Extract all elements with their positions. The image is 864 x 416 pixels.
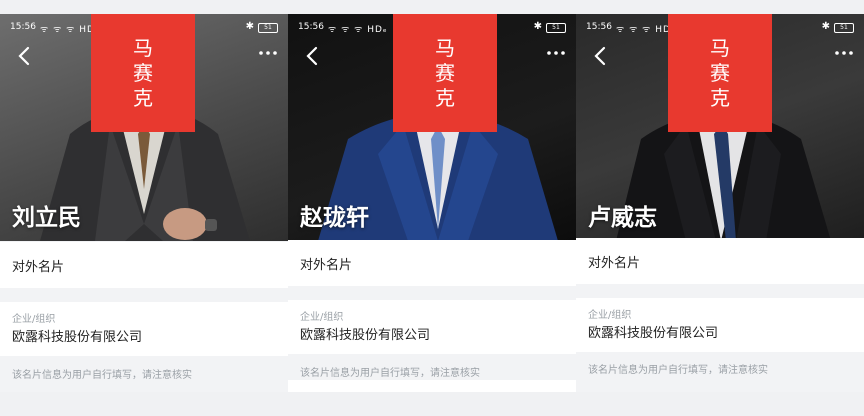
external-card-label: 对外名片 xyxy=(12,260,65,275)
org-value: 欧露科技股份有限公司 xyxy=(12,330,143,345)
mosaic-redaction: 马 赛 克 xyxy=(393,14,497,132)
mosaic-redaction: 马 赛 克 xyxy=(91,14,195,132)
redaction-char: 赛 xyxy=(710,61,730,85)
signal-icon: ᯤ ᯤ ᯤ HD xyxy=(40,25,95,35)
profile-photo: 15:56 ᯤ ᯤ ᯤ HD ✱ 51 马 赛 克 卢威志 xyxy=(576,14,864,241)
redaction-char: 克 xyxy=(133,86,153,110)
redaction-char: 马 xyxy=(133,36,153,60)
person-name: 卢威志 xyxy=(588,205,657,231)
status-time: 15:56 xyxy=(298,22,324,32)
bottom-divider xyxy=(288,380,576,392)
org-label: 企业/组织 xyxy=(588,310,632,321)
disclaimer-text: 该名片信息为用户自行填写，请注意核实 xyxy=(300,368,480,379)
more-icon[interactable] xyxy=(834,48,854,58)
disclaimer-text: 该名片信息为用户自行填写，请注意核实 xyxy=(588,365,768,376)
battery-icon: 51 xyxy=(834,23,854,33)
org-value: 欧露科技股份有限公司 xyxy=(588,326,719,341)
redaction-char: 克 xyxy=(435,86,455,110)
organization-card: 企业/组织 欧露科技股份有限公司 xyxy=(576,298,864,352)
more-icon[interactable] xyxy=(258,48,278,58)
business-card-screen-2: 15:56 ᯤ ᯤ ᯤ HDₑ ✱ 51 马 赛 克 赵珑轩 对外名片 企业/组… xyxy=(288,14,576,392)
battery-icon: 51 xyxy=(258,23,278,33)
person-name: 刘立民 xyxy=(12,205,81,231)
status-time: 15:56 xyxy=(10,22,36,32)
signal-icon: ᯤ ᯤ ᯤ HDₑ xyxy=(328,25,388,35)
redaction-char: 马 xyxy=(435,36,455,60)
external-card-row[interactable]: 对外名片 xyxy=(0,242,288,288)
org-label: 企业/组织 xyxy=(12,314,56,325)
profile-photo: 15:56 ᯤ ᯤ ᯤ HDₑ ✱ 51 马 赛 克 赵珑轩 xyxy=(288,14,576,241)
business-card-screen-3: 15:56 ᯤ ᯤ ᯤ HD ✱ 51 马 赛 克 卢威志 对外名片 企业/组织… xyxy=(576,14,864,392)
redaction-char: 克 xyxy=(710,86,730,110)
person-name: 赵珑轩 xyxy=(300,205,369,231)
bluetooth-icon: ✱ xyxy=(821,21,830,32)
external-card-label: 对外名片 xyxy=(300,258,353,273)
organization-card: 企业/组织 欧露科技股份有限公司 xyxy=(288,300,576,354)
back-button[interactable] xyxy=(14,44,34,68)
signal-icon: ᯤ ᯤ ᯤ HD xyxy=(616,25,671,35)
status-time: 15:56 xyxy=(586,22,612,32)
disclaimer-text: 该名片信息为用户自行填写，请注意核实 xyxy=(12,370,192,381)
battery-icon: 51 xyxy=(546,23,566,33)
profile-photo: 15:56 ᯤ ᯤ ᯤ HD ✱ 51 马 赛 克 刘立民 xyxy=(0,14,288,241)
external-card-row[interactable]: 对外名片 xyxy=(288,240,576,286)
back-button[interactable] xyxy=(590,44,610,68)
org-value: 欧露科技股份有限公司 xyxy=(300,328,431,343)
more-icon[interactable] xyxy=(546,48,566,58)
redaction-char: 赛 xyxy=(133,61,153,85)
bluetooth-icon: ✱ xyxy=(245,21,254,32)
external-card-row[interactable]: 对外名片 xyxy=(576,238,864,284)
org-label: 企业/组织 xyxy=(300,312,344,323)
bluetooth-icon: ✱ xyxy=(533,21,542,32)
external-card-label: 对外名片 xyxy=(588,256,641,271)
organization-card: 企业/组织 欧露科技股份有限公司 xyxy=(0,302,288,356)
back-button[interactable] xyxy=(302,44,322,68)
mosaic-redaction: 马 赛 克 xyxy=(668,14,772,132)
business-card-screen-1: 15:56 ᯤ ᯤ ᯤ HD ✱ 51 马 赛 克 刘立民 对外名片 企业/组织… xyxy=(0,14,288,392)
redaction-char: 马 xyxy=(710,36,730,60)
redaction-char: 赛 xyxy=(435,61,455,85)
